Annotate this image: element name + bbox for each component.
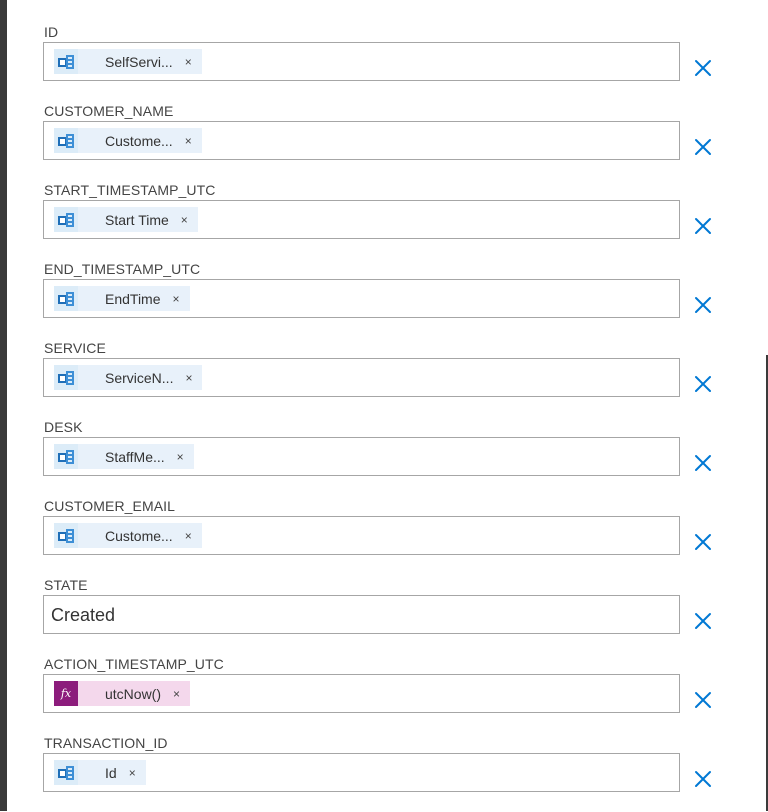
function-icon: fx — [54, 681, 78, 706]
field-customer-email: CUSTOMER_EMAIL Custome... × — [43, 496, 723, 575]
token-label: Start Time — [105, 211, 169, 228]
token-label: utcNow() — [105, 685, 162, 702]
remove-token-icon[interactable]: × — [185, 56, 192, 68]
field-state: STATE Created — [43, 575, 723, 654]
token-label: ServiceN... — [105, 369, 174, 386]
field-label: END_TIMESTAMP_UTC — [44, 261, 201, 277]
field-input[interactable]: fx utcNow() × — [43, 674, 680, 713]
field-value: Created — [51, 605, 116, 625]
window-left-edge — [0, 0, 7, 811]
excel-icon — [54, 523, 78, 548]
token-label: Custome... — [105, 527, 173, 544]
dynamic-content-token[interactable]: Start Time × — [54, 207, 198, 232]
field-label: ACTION_TIMESTAMP_UTC — [44, 656, 224, 672]
field-input[interactable]: StaffMe... × — [43, 437, 680, 476]
dynamic-content-token[interactable]: SelfServi... × — [54, 49, 202, 74]
token-label: Id — [105, 764, 117, 781]
field-label: CUSTOMER_NAME — [44, 103, 174, 119]
field-input[interactable]: Custome... × — [43, 516, 680, 555]
token-label: StaffMe... — [105, 448, 165, 465]
remove-token-icon[interactable]: × — [185, 372, 192, 384]
remove-token-icon[interactable]: × — [129, 767, 136, 779]
dynamic-content-token[interactable]: StaffMe... × — [54, 444, 194, 469]
field-start-timestamp-utc: START_TIMESTAMP_UTC Start Time × — [43, 180, 723, 259]
remove-token-icon[interactable]: × — [173, 688, 180, 700]
field-end-timestamp-utc: END_TIMESTAMP_UTC EndTime × — [43, 259, 723, 338]
field-input[interactable]: ServiceN... × — [43, 358, 680, 397]
field-customer-name: CUSTOMER_NAME Custome... × — [43, 101, 723, 180]
dynamic-content-token[interactable]: Custome... × — [54, 128, 202, 153]
remove-token-icon[interactable]: × — [185, 530, 192, 542]
field-label: TRANSACTION_ID — [44, 735, 168, 751]
field-label: CUSTOMER_EMAIL — [44, 498, 176, 514]
remove-token-icon[interactable]: × — [177, 451, 184, 463]
excel-icon — [54, 286, 78, 311]
token-label: Custome... — [105, 132, 173, 149]
excel-icon — [54, 207, 78, 232]
field-label: STATE — [44, 577, 88, 593]
dynamic-content-token[interactable]: Custome... × — [54, 523, 202, 548]
field-list: ID SelfServi... × CUSTOMER_NAME Custome...… — [43, 22, 723, 812]
field-label: SERVICE — [44, 340, 106, 356]
excel-icon — [54, 760, 78, 785]
excel-icon — [54, 49, 78, 74]
dynamic-content-token[interactable]: Id × — [54, 760, 146, 785]
remove-token-icon[interactable]: × — [185, 135, 192, 147]
field-input[interactable]: EndTime × — [43, 279, 680, 318]
remove-token-icon[interactable]: × — [173, 293, 180, 305]
field-input[interactable]: SelfServi... × — [43, 42, 680, 81]
delete-field-close-icon[interactable] — [694, 296, 712, 314]
delete-field-close-icon[interactable] — [694, 217, 712, 235]
field-transaction-id: TRANSACTION_ID Id × — [43, 733, 723, 812]
excel-icon — [54, 444, 78, 469]
excel-icon — [54, 365, 78, 390]
token-label: SelfServi... — [105, 53, 173, 70]
delete-field-close-icon[interactable] — [694, 770, 712, 788]
field-input[interactable]: Created — [43, 595, 680, 634]
delete-field-close-icon[interactable] — [694, 691, 712, 709]
dynamic-content-token[interactable]: ServiceN... × — [54, 365, 203, 390]
dynamic-content-token[interactable]: fx utcNow() × — [54, 681, 191, 706]
field-label: START_TIMESTAMP_UTC — [44, 182, 216, 198]
field-action-timestamp-utc: ACTION_TIMESTAMP_UTCfx utcNow() × — [43, 654, 723, 733]
field-input[interactable]: Start Time × — [43, 200, 680, 239]
field-input[interactable]: Id × — [43, 753, 680, 792]
dynamic-content-token[interactable]: EndTime × — [54, 286, 190, 311]
field-service: SERVICE ServiceN... × — [43, 338, 723, 417]
delete-field-close-icon[interactable] — [694, 375, 712, 393]
field-label: DESK — [44, 419, 83, 435]
delete-field-close-icon[interactable] — [694, 612, 712, 630]
field-input[interactable]: Custome... × — [43, 121, 680, 160]
excel-icon — [54, 128, 78, 153]
field-id: ID SelfServi... × — [43, 22, 723, 101]
token-label: EndTime — [105, 290, 161, 307]
field-desk: DESK StaffMe... × — [43, 417, 723, 496]
delete-field-close-icon[interactable] — [694, 533, 712, 551]
delete-field-close-icon[interactable] — [694, 59, 712, 77]
field-label: ID — [44, 24, 59, 40]
remove-token-icon[interactable]: × — [181, 214, 188, 226]
delete-field-close-icon[interactable] — [694, 138, 712, 156]
delete-field-close-icon[interactable] — [694, 454, 712, 472]
